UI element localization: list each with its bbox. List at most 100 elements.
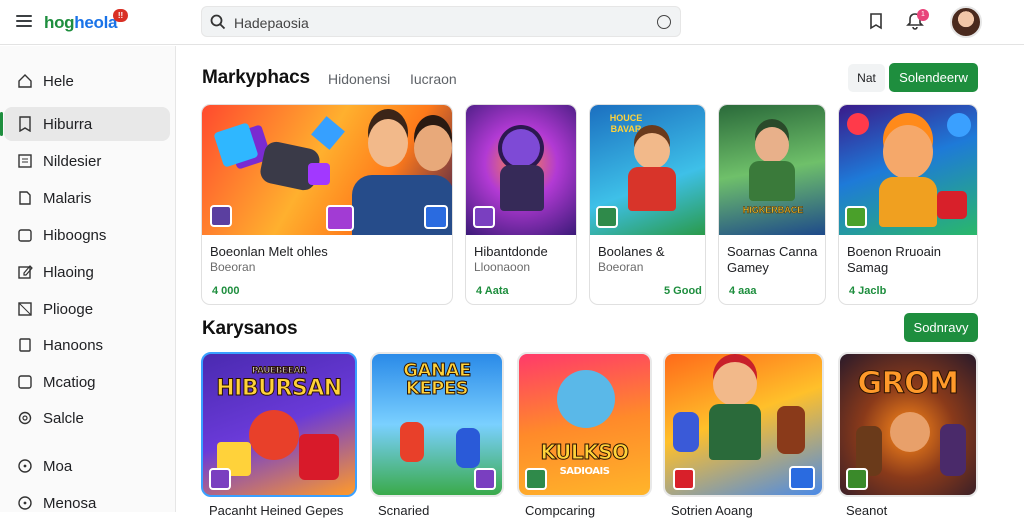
tab-iucraon[interactable]: Iucraon bbox=[410, 71, 457, 87]
sidebar-item-label: Mcatiog bbox=[43, 374, 96, 391]
tag-icon bbox=[18, 229, 32, 242]
game-tile[interactable] bbox=[663, 352, 824, 497]
card-artwork-title: HIGKERBACE bbox=[742, 205, 804, 216]
settings-icon bbox=[18, 411, 32, 425]
card-artwork: HIGKERBACE bbox=[719, 105, 825, 235]
sidebar-item-label: Menosa bbox=[43, 495, 97, 512]
card-subtitle: Lloonaoon bbox=[474, 260, 531, 274]
sidebar-item-hiboogns[interactable]: Hiboogns bbox=[4, 218, 170, 252]
genre-badge-icon bbox=[209, 468, 231, 490]
card-title: Soarnas Canna Gamey bbox=[727, 244, 818, 275]
tile-label: Scnaried bbox=[378, 503, 430, 518]
top-bar: hogheola !! Hadepaosia 1 bbox=[0, 0, 1024, 45]
section-title: Markyphacs bbox=[202, 67, 310, 88]
tile-title-art: KULKSO bbox=[540, 440, 630, 465]
library-icon bbox=[19, 191, 31, 205]
tab-hidonensi[interactable]: Hidonensi bbox=[328, 71, 390, 87]
app-card[interactable]: Hibantdonde Lloonaoon 4 Aata bbox=[465, 104, 577, 305]
see-more-button[interactable]: Sodnravy bbox=[904, 313, 978, 342]
card-title: Hibantdonde bbox=[474, 244, 548, 259]
card-title: Boenon Rruoain Samag bbox=[847, 244, 941, 275]
section-title: Karysanos bbox=[202, 318, 298, 339]
card-title: Boeonlan Melt ohles bbox=[210, 244, 328, 259]
sidebar-item-moa[interactable]: Moa bbox=[4, 449, 170, 483]
card-rating: 5 Good bbox=[664, 285, 702, 297]
app-card[interactable]: Boenon Rruoain Samag 4 Jaclb bbox=[838, 104, 978, 305]
genre-badge-icon bbox=[673, 468, 695, 490]
news-icon bbox=[18, 154, 32, 168]
genre-badge-icon bbox=[846, 468, 868, 490]
game-tile[interactable]: GROM bbox=[838, 352, 978, 497]
app-card[interactable]: HIGKERBACE Soarnas Canna Gamey 4 aaa bbox=[718, 104, 826, 305]
card-artwork: HOUCE BAVAR bbox=[590, 105, 705, 235]
small-filter-button[interactable]: Nat bbox=[848, 64, 885, 92]
genre-badge-icon bbox=[473, 206, 495, 228]
genre-badge-icon bbox=[326, 205, 354, 231]
bookmark-icon bbox=[19, 116, 31, 132]
hamburger-menu-icon[interactable] bbox=[16, 12, 34, 30]
search-input[interactable]: Hadepaosia bbox=[234, 15, 309, 31]
genre-badge-icon bbox=[210, 205, 232, 227]
logo-text-part2: heola bbox=[74, 13, 118, 32]
app-card[interactable]: Boeonlan Melt ohles Boeoran 4 000 bbox=[201, 104, 453, 305]
sidebar: Hele Hiburra Nildesier Malaris Hiboogns … bbox=[0, 46, 176, 512]
card-rating: 4 Jaclb bbox=[849, 285, 887, 297]
sidebar-item-hanoons[interactable]: Hanoons bbox=[4, 328, 170, 362]
bookmark-icon[interactable] bbox=[866, 11, 886, 31]
game-tile[interactable]: PAUEBEEAR HIBURSAN bbox=[201, 352, 357, 497]
sidebar-item-pliooge[interactable]: Pliooge bbox=[4, 292, 170, 326]
card-artwork bbox=[839, 105, 977, 235]
sidebar-item-label: Moa bbox=[43, 458, 73, 475]
sidebar-item-hlaoing[interactable]: Hlaoing bbox=[4, 255, 170, 289]
logo-badge: !! bbox=[113, 9, 128, 22]
sidebar-item-mcatiog[interactable]: Mcatiog bbox=[4, 365, 170, 399]
genre-badge-icon bbox=[474, 468, 496, 490]
tile-kicker: PAUEBEEAR bbox=[251, 366, 307, 377]
sidebar-item-hiburra[interactable]: Hiburra bbox=[0, 107, 170, 141]
frame-icon bbox=[18, 302, 32, 316]
sidebar-item-menosa[interactable]: Menosa bbox=[4, 486, 170, 520]
card-subtitle: Boeoran bbox=[210, 260, 256, 274]
search-bar[interactable]: Hadepaosia bbox=[201, 6, 681, 37]
sidebar-item-label: Malaris bbox=[43, 190, 92, 207]
tile-label: Pacanht Heined Gepes bbox=[209, 503, 344, 518]
sidebar-item-label: Hanoons bbox=[43, 337, 104, 354]
genre-badge-icon bbox=[525, 468, 547, 490]
edit-icon bbox=[18, 265, 33, 279]
circle-icon bbox=[18, 496, 32, 510]
card-artwork bbox=[202, 105, 452, 235]
tile-label: Seanot bbox=[846, 503, 888, 518]
card-artwork bbox=[466, 105, 576, 235]
game-tile[interactable]: GANAE KEPES bbox=[370, 352, 504, 497]
sidebar-item-label: Nildesier bbox=[43, 153, 102, 170]
card-artwork-title: HOUCE BAVAR bbox=[609, 113, 643, 134]
sidebar-item-label: Hiburra bbox=[43, 116, 93, 133]
card-rating: 4 Aata bbox=[476, 285, 509, 297]
card-rating: 4 aaa bbox=[729, 285, 757, 297]
genre-badge-icon bbox=[424, 205, 448, 229]
card-title: Boolanes & bbox=[598, 244, 665, 259]
tile-label: Compcaring bbox=[525, 503, 596, 518]
voice-search-icon[interactable] bbox=[657, 15, 671, 29]
logo-text-part1: hog bbox=[44, 13, 75, 32]
card-subtitle: Boeoran bbox=[598, 260, 644, 274]
app-logo[interactable]: hogheola bbox=[44, 13, 117, 33]
sidebar-item-nildesier[interactable]: Nildesier bbox=[4, 144, 170, 178]
sidebar-item-label: Hele bbox=[43, 73, 74, 90]
primary-action-button[interactable]: Solendeerw bbox=[889, 63, 978, 92]
game-tile[interactable]: KULKSO SADIOAIS bbox=[517, 352, 652, 497]
sidebar-item-label: Pliooge bbox=[43, 301, 94, 318]
home-icon bbox=[18, 74, 32, 88]
genre-badge-icon bbox=[789, 466, 815, 490]
app-card[interactable]: HOUCE BAVAR Boolanes & Boeoran 5 Good bbox=[589, 104, 706, 305]
tile-title-art: HIBURSAN bbox=[216, 376, 343, 402]
sidebar-item-hele[interactable]: Hele bbox=[4, 64, 170, 98]
sidebar-item-label: Hlaoing bbox=[43, 264, 94, 281]
user-avatar[interactable] bbox=[950, 6, 982, 38]
sidebar-item-label: Hiboogns bbox=[43, 227, 107, 244]
square-icon bbox=[18, 375, 32, 389]
sidebar-item-salcle[interactable]: Salcle bbox=[4, 401, 170, 435]
info-icon bbox=[18, 459, 32, 473]
genre-badge-icon bbox=[596, 206, 618, 228]
sidebar-item-malaris[interactable]: Malaris bbox=[4, 181, 170, 215]
